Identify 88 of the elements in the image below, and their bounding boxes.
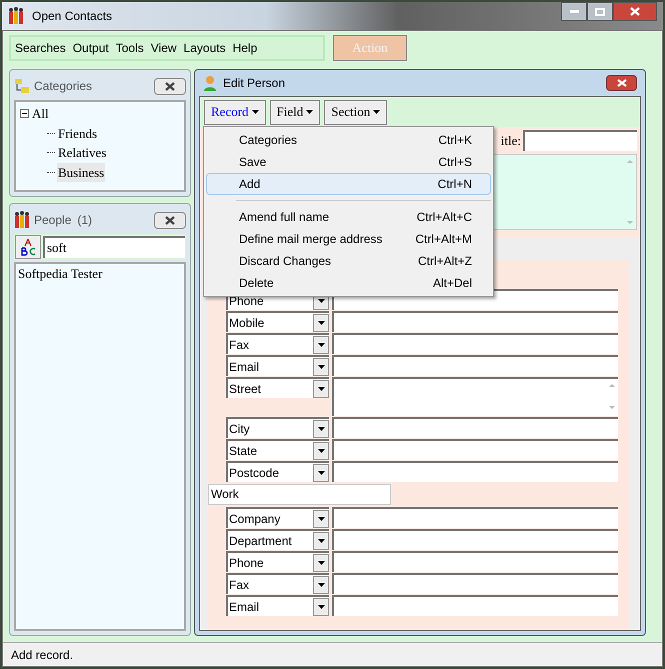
field-type-dropdown[interactable]: Email — [226, 355, 329, 376]
toolbar-menu-button[interactable]: Section — [324, 100, 388, 124]
folders-icon — [14, 78, 30, 94]
input-field[interactable] — [332, 311, 618, 332]
menu-item[interactable]: Define mail merge address Ctrl+Alt+M — [206, 228, 491, 250]
caret-icon — [318, 516, 324, 520]
menu-item[interactable]: Help — [232, 39, 258, 57]
toolbar-menu-button[interactable]: Record — [204, 100, 266, 124]
caret-icon — [318, 538, 324, 542]
close-icon — [616, 79, 626, 87]
menu-item[interactable]: Tools — [116, 39, 144, 57]
close-window-button[interactable] — [613, 2, 657, 21]
field-type-dropdown[interactable]: Mobile — [226, 311, 329, 332]
title-field[interactable] — [523, 130, 637, 151]
caret-icon — [318, 470, 324, 474]
caret-icon — [306, 110, 314, 114]
window-title: Open Contacts — [32, 8, 114, 25]
maximize-icon — [595, 8, 605, 16]
close-button[interactable] — [154, 78, 186, 94]
tree-item[interactable]: Friends — [57, 124, 98, 143]
people-count: (1) — [76, 212, 94, 229]
close-icon — [630, 7, 640, 16]
caret-icon — [252, 110, 259, 114]
field-type-dropdown[interactable]: City — [226, 417, 329, 438]
field-type-dropdown[interactable]: Phone — [226, 551, 329, 572]
menu-item[interactable]: Layouts — [184, 39, 226, 57]
field-type-dropdown[interactable]: Email — [226, 595, 329, 616]
caret-icon — [318, 320, 324, 324]
field-type-dropdown[interactable]: Fax — [226, 573, 329, 594]
tree-item[interactable]: Relatives — [57, 143, 108, 162]
panel-title: Categories — [34, 78, 94, 95]
input-field[interactable] — [332, 595, 618, 616]
menu-item[interactable]: Amend full name Ctrl+Alt+C — [206, 206, 491, 228]
input-field[interactable] — [332, 573, 618, 594]
input-field[interactable] — [332, 333, 618, 354]
close-icon — [165, 82, 175, 90]
sort-button[interactable] — [15, 235, 41, 259]
field-label: itle: — [500, 132, 521, 150]
abc-sort-icon — [19, 238, 37, 256]
caret-icon — [318, 386, 324, 390]
minimize-button[interactable] — [561, 2, 587, 21]
caret-icon — [373, 110, 380, 114]
caret-icon — [318, 582, 324, 586]
status-bar: Add record. — [3, 642, 662, 666]
search-field[interactable]: soft — [43, 236, 185, 258]
input-field[interactable] — [332, 417, 618, 438]
list-item[interactable]: Softpedia Tester — [18, 264, 182, 284]
panel-title: Edit Person — [223, 75, 286, 92]
input-field[interactable] — [332, 529, 618, 550]
field-type-dropdown[interactable]: State — [226, 439, 329, 460]
person-icon — [203, 75, 217, 91]
close-button[interactable] — [606, 75, 637, 91]
maximize-button[interactable] — [587, 2, 613, 21]
field-type-dropdown[interactable]: Street — [226, 377, 329, 398]
field-type-dropdown[interactable]: Fax — [226, 333, 329, 354]
caret-icon — [318, 426, 324, 430]
menu-item[interactable]: Output — [72, 39, 109, 57]
menu-item[interactable]: Categories Ctrl+K — [206, 129, 491, 151]
input-field[interactable] — [332, 551, 618, 572]
collapse-icon[interactable] — [20, 109, 29, 118]
minimize-icon — [570, 10, 578, 13]
menu-item[interactable]: Discard Changes Ctrl+Alt+Z — [206, 250, 491, 272]
menu-item[interactable]: Searches — [15, 39, 66, 57]
panel-title: People — [34, 212, 72, 229]
toolbar-menu-button[interactable]: Field — [270, 100, 320, 124]
menu-item[interactable]: View — [150, 39, 177, 57]
text-area[interactable] — [332, 377, 618, 416]
close-button[interactable] — [154, 212, 186, 228]
input-field[interactable] — [332, 507, 618, 528]
menu-item[interactable]: Add Ctrl+N — [206, 173, 491, 195]
input-field[interactable] — [332, 439, 618, 460]
input-field[interactable] — [332, 355, 618, 376]
people-icon — [14, 211, 30, 229]
caret-icon — [318, 604, 324, 608]
field-type-dropdown[interactable]: Department — [226, 529, 329, 550]
close-icon — [165, 216, 175, 224]
tree-item[interactable]: All — [32, 104, 49, 124]
section-heading-field[interactable]: Work — [208, 484, 391, 505]
caret-icon — [318, 448, 324, 452]
input-field[interactable] — [332, 461, 618, 482]
app-icon — [8, 7, 24, 25]
menu-item[interactable]: Save Ctrl+S — [206, 151, 491, 173]
caret-icon — [318, 364, 324, 368]
tree-item[interactable]: Business — [57, 162, 106, 182]
caret-icon — [318, 560, 324, 564]
field-type-dropdown[interactable]: Company — [226, 507, 329, 528]
field-type-dropdown[interactable]: Postcode — [226, 461, 329, 482]
caret-icon — [318, 342, 324, 346]
